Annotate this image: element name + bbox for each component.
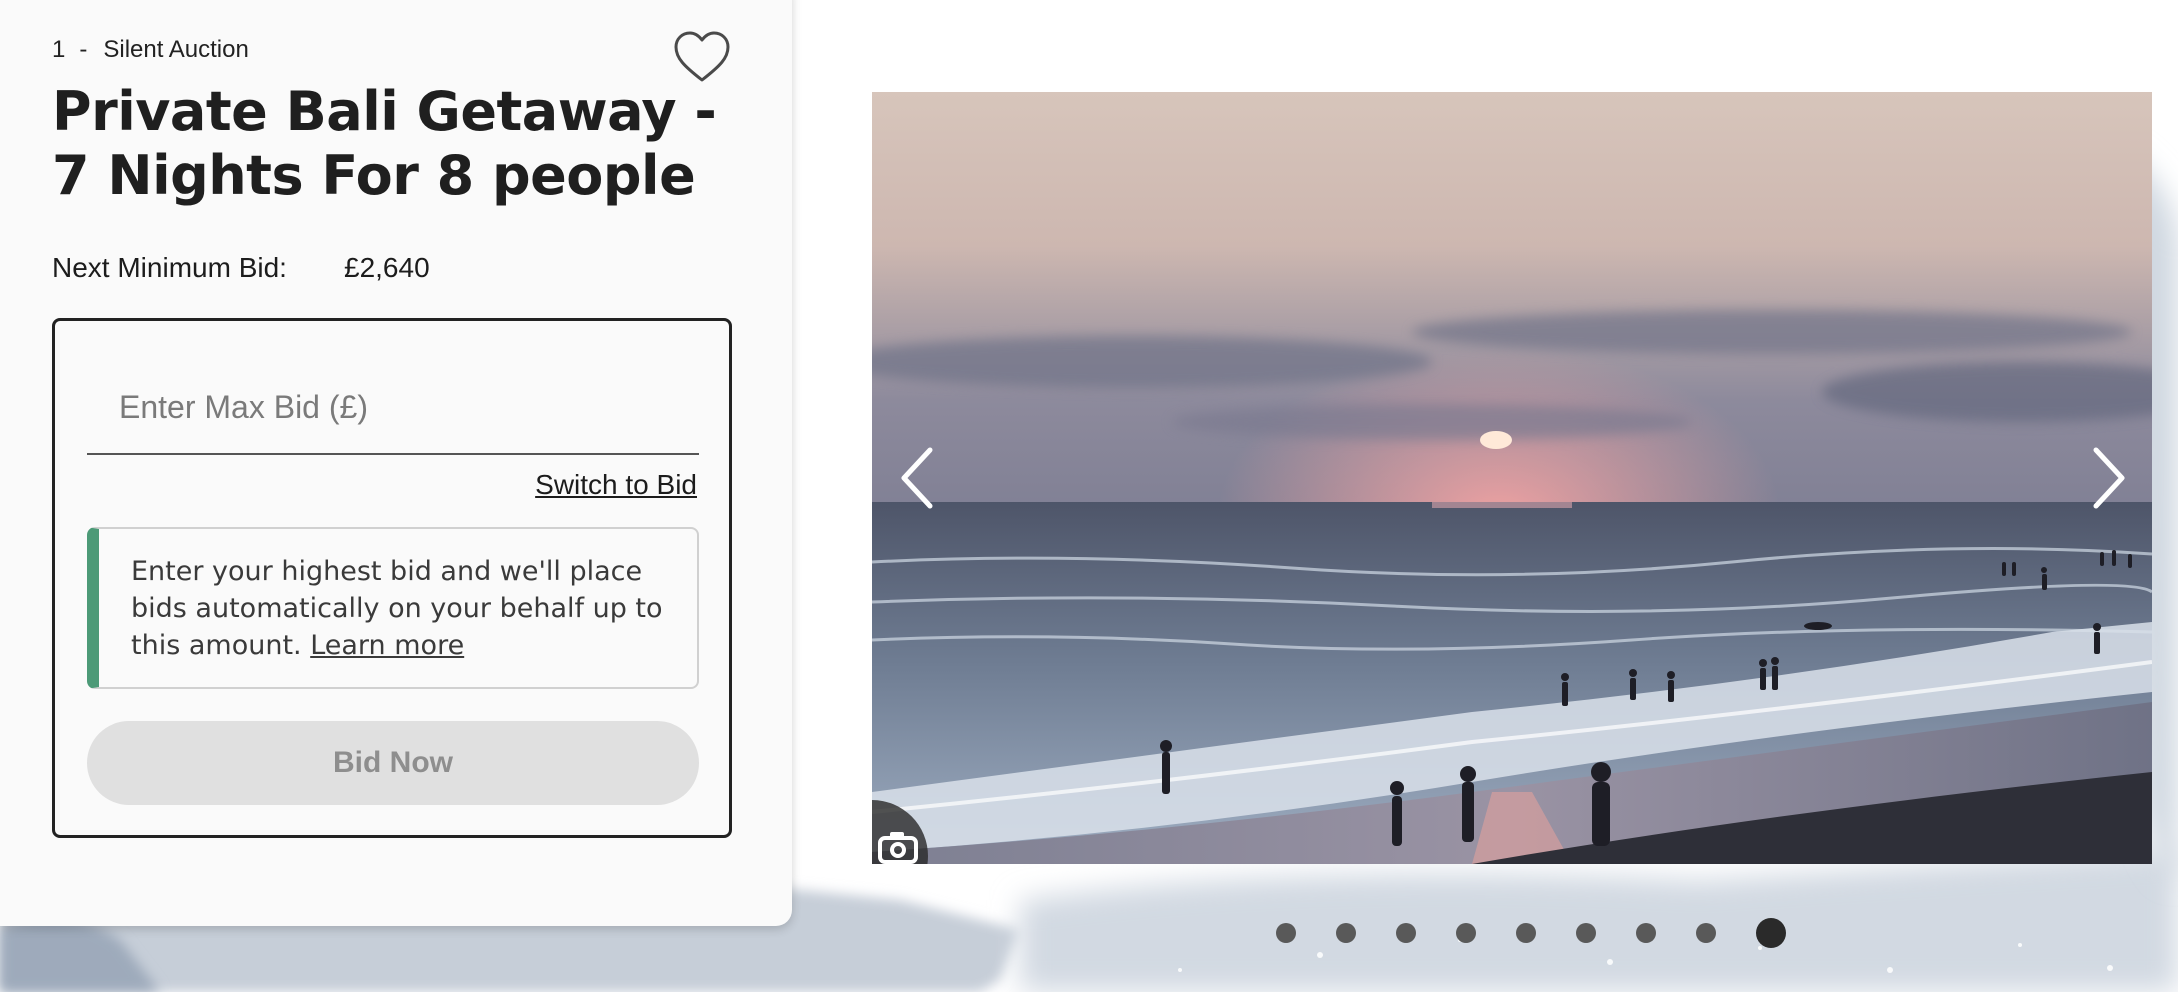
slide-dot-3[interactable] [1396, 923, 1416, 943]
learn-more-link[interactable]: Learn more [310, 630, 464, 661]
slide-dot-2[interactable] [1336, 923, 1356, 943]
camera-button-area [872, 780, 952, 864]
heart-icon[interactable] [672, 28, 732, 88]
auction-card: 1 - Silent Auction Private Bali Getaway … [0, 0, 792, 926]
max-bid-input[interactable] [87, 361, 699, 455]
slide-dot-6[interactable] [1576, 923, 1596, 943]
auto-bid-info: Enter your highest bid and we'll place b… [87, 527, 699, 689]
camera-button[interactable] [872, 800, 928, 864]
min-bid-label: Next Minimum Bid: [52, 252, 287, 283]
slide-dot-4[interactable] [1456, 923, 1476, 943]
auction-type: Silent Auction [103, 36, 249, 63]
bid-now-button[interactable]: Bid Now [87, 721, 699, 805]
image-gallery [872, 92, 2152, 864]
slide-dot-9-active[interactable] [1756, 918, 1786, 948]
chevron-right-icon[interactable] [2084, 442, 2132, 514]
switch-to-bid-link[interactable]: Switch to Bid [535, 469, 697, 501]
gallery-photo [872, 92, 2152, 864]
slide-dot-1[interactable] [1276, 923, 1296, 943]
camera-icon [878, 832, 918, 864]
lot-line: 1 - Silent Auction [52, 36, 249, 64]
chevron-left-icon[interactable] [894, 442, 942, 514]
slide-dot-8[interactable] [1696, 923, 1716, 943]
bid-form: Switch to Bid Enter your highest bid and… [52, 318, 732, 838]
min-bid-value: £2,640 [344, 252, 430, 283]
lot-separator: - [79, 36, 88, 63]
next-minimum-bid: Next Minimum Bid: £2,640 [52, 252, 430, 284]
item-title: Private Bali Getaway - 7 Nights For 8 pe… [52, 80, 717, 207]
slide-dot-5[interactable] [1516, 923, 1536, 943]
lot-number: 1 [52, 36, 66, 63]
slide-dot-7[interactable] [1636, 923, 1656, 943]
gallery-pagination [1276, 918, 1786, 948]
